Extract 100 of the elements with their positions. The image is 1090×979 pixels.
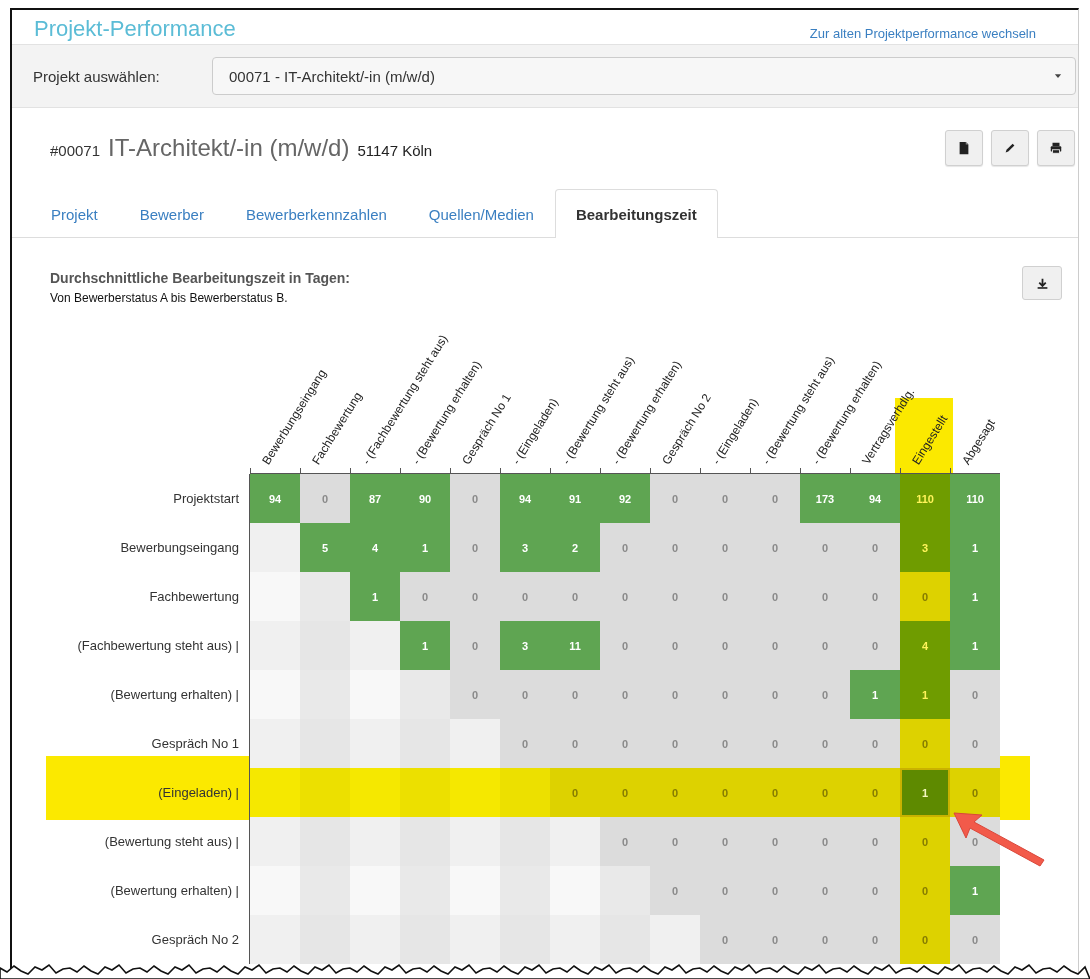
heatmap-cell: 0: [550, 719, 600, 768]
heatmap-cell: [300, 915, 350, 964]
heatmap-cell: 5: [300, 523, 350, 572]
heatmap-cell: 0: [550, 572, 600, 621]
heatmap-cell: 0: [850, 621, 900, 670]
tab[interactable]: Projekt: [30, 190, 119, 238]
heatmap-cell: [350, 817, 400, 866]
heatmap-cell: 0: [650, 670, 700, 719]
heatmap-cell: 0: [650, 523, 700, 572]
heatmap-cell: 0: [700, 523, 750, 572]
heatmap-cell: 0: [700, 572, 750, 621]
pencil-icon: [1003, 141, 1017, 155]
heatmap-cell: 0: [600, 572, 650, 621]
heatmap-cell: 1: [950, 621, 1000, 670]
heatmap-cell: 94: [250, 474, 300, 523]
heatmap-cell: [600, 915, 650, 964]
heatmap-cell: 1: [900, 768, 950, 817]
heatmap-cell: 0: [800, 768, 850, 817]
heatmap-cell: [250, 915, 300, 964]
heatmap-cell: [350, 670, 400, 719]
heatmap-cell: 0: [800, 817, 850, 866]
heatmap-cell: 11: [550, 621, 600, 670]
heatmap-cell: 0: [800, 719, 850, 768]
heatmap-cell: 92: [600, 474, 650, 523]
heatmap-cell: 0: [600, 719, 650, 768]
heatmap-cell: [550, 817, 600, 866]
heatmap-cell: [250, 670, 300, 719]
heatmap-cell: 0: [450, 523, 500, 572]
download-button[interactable]: [1022, 266, 1062, 300]
heatmap-cell: 0: [650, 817, 700, 866]
printer-icon: [1049, 141, 1063, 155]
document-icon: [957, 141, 971, 155]
heatmap-cell: 0: [950, 915, 1000, 964]
heatmap-cell: [500, 817, 550, 866]
page-title: Projekt-Performance: [34, 16, 236, 42]
heatmap-cell: 0: [900, 866, 950, 915]
heatmap-cell: 0: [550, 670, 600, 719]
heatmap-cell: 0: [700, 817, 750, 866]
panel-subtitle: Von Bewerberstatus A bis Bewerberstatus B.: [50, 291, 289, 305]
heatmap-cell: 0: [700, 719, 750, 768]
tab[interactable]: Bearbeitungszeit: [554, 189, 718, 238]
heatmap-cell: [400, 719, 450, 768]
heatmap-cell: 0: [800, 670, 850, 719]
heatmap-cell: [250, 523, 300, 572]
heatmap-cell: 0: [750, 621, 800, 670]
heatmap-cell: 0: [500, 670, 550, 719]
heatmap-cell: [250, 768, 300, 817]
heatmap-cell: 1: [850, 670, 900, 719]
project-location: 51147 Köln: [357, 142, 433, 159]
heatmap-cell: [350, 915, 400, 964]
heatmap-cell: 1: [950, 572, 1000, 621]
document-button[interactable]: [945, 130, 983, 166]
heatmap-cell: 0: [900, 817, 950, 866]
heatmap-cell: 0: [600, 621, 650, 670]
heatmap-cell: [650, 915, 700, 964]
heatmap-cell: [450, 817, 500, 866]
print-button[interactable]: [1037, 130, 1075, 166]
heatmap-cell: 0: [850, 768, 900, 817]
heatmap-cell: [350, 621, 400, 670]
heatmap-cell: [300, 768, 350, 817]
heatmap-cell: 0: [750, 719, 800, 768]
heatmap-cell: 0: [750, 474, 800, 523]
project-title: IT-Architekt/-in (m/w/d): [108, 134, 350, 162]
heatmap-cell: 2: [550, 523, 600, 572]
heatmap-cell: 1: [950, 866, 1000, 915]
switch-link[interactable]: Zur alten Projektperformance wechseln: [809, 27, 1036, 40]
heatmap-cell: 173: [800, 474, 850, 523]
heatmap-cell: 0: [650, 474, 700, 523]
heatmap-cell: 0: [450, 621, 500, 670]
heatmap-cell: 3: [900, 523, 950, 572]
heatmap-cell: [400, 670, 450, 719]
heatmap-cell: 0: [750, 915, 800, 964]
heatmap-cell: 0: [750, 523, 800, 572]
heatmap-cell: 0: [750, 817, 800, 866]
heatmap-cell: [350, 719, 400, 768]
heatmap-cell: 0: [550, 768, 600, 817]
tab[interactable]: Quellen/Medien: [407, 190, 555, 238]
tab[interactable]: Bewerberkennzahlen: [224, 190, 408, 238]
heatmap-cell: 4: [350, 523, 400, 572]
heatmap-cell: [450, 915, 500, 964]
heatmap-cell: [400, 768, 450, 817]
heatmap-cell: 0: [500, 719, 550, 768]
heatmap-cell: 3: [500, 523, 550, 572]
heatmap-cell: 0: [850, 523, 900, 572]
heatmap-cell: 0: [750, 572, 800, 621]
tab[interactable]: Bewerber: [118, 190, 225, 238]
heatmap-cell: 0: [700, 866, 750, 915]
heatmap-cell: [250, 866, 300, 915]
project-number: #00071: [50, 142, 101, 159]
heatmap-cell: [250, 719, 300, 768]
project-select[interactable]: 00071 - IT-Architekt/-in (m/w/d): [212, 57, 1076, 95]
heatmap-cell: 1: [400, 621, 450, 670]
heatmap-cell: 110: [900, 474, 950, 523]
heatmap-cell: [350, 768, 400, 817]
heatmap-cell: 94: [850, 474, 900, 523]
heatmap-cell: 0: [750, 670, 800, 719]
heatmap-cell: 0: [450, 474, 500, 523]
heatmap-cell: 0: [400, 572, 450, 621]
heatmap-cell: 0: [800, 915, 850, 964]
heatmap-cell: 0: [700, 670, 750, 719]
